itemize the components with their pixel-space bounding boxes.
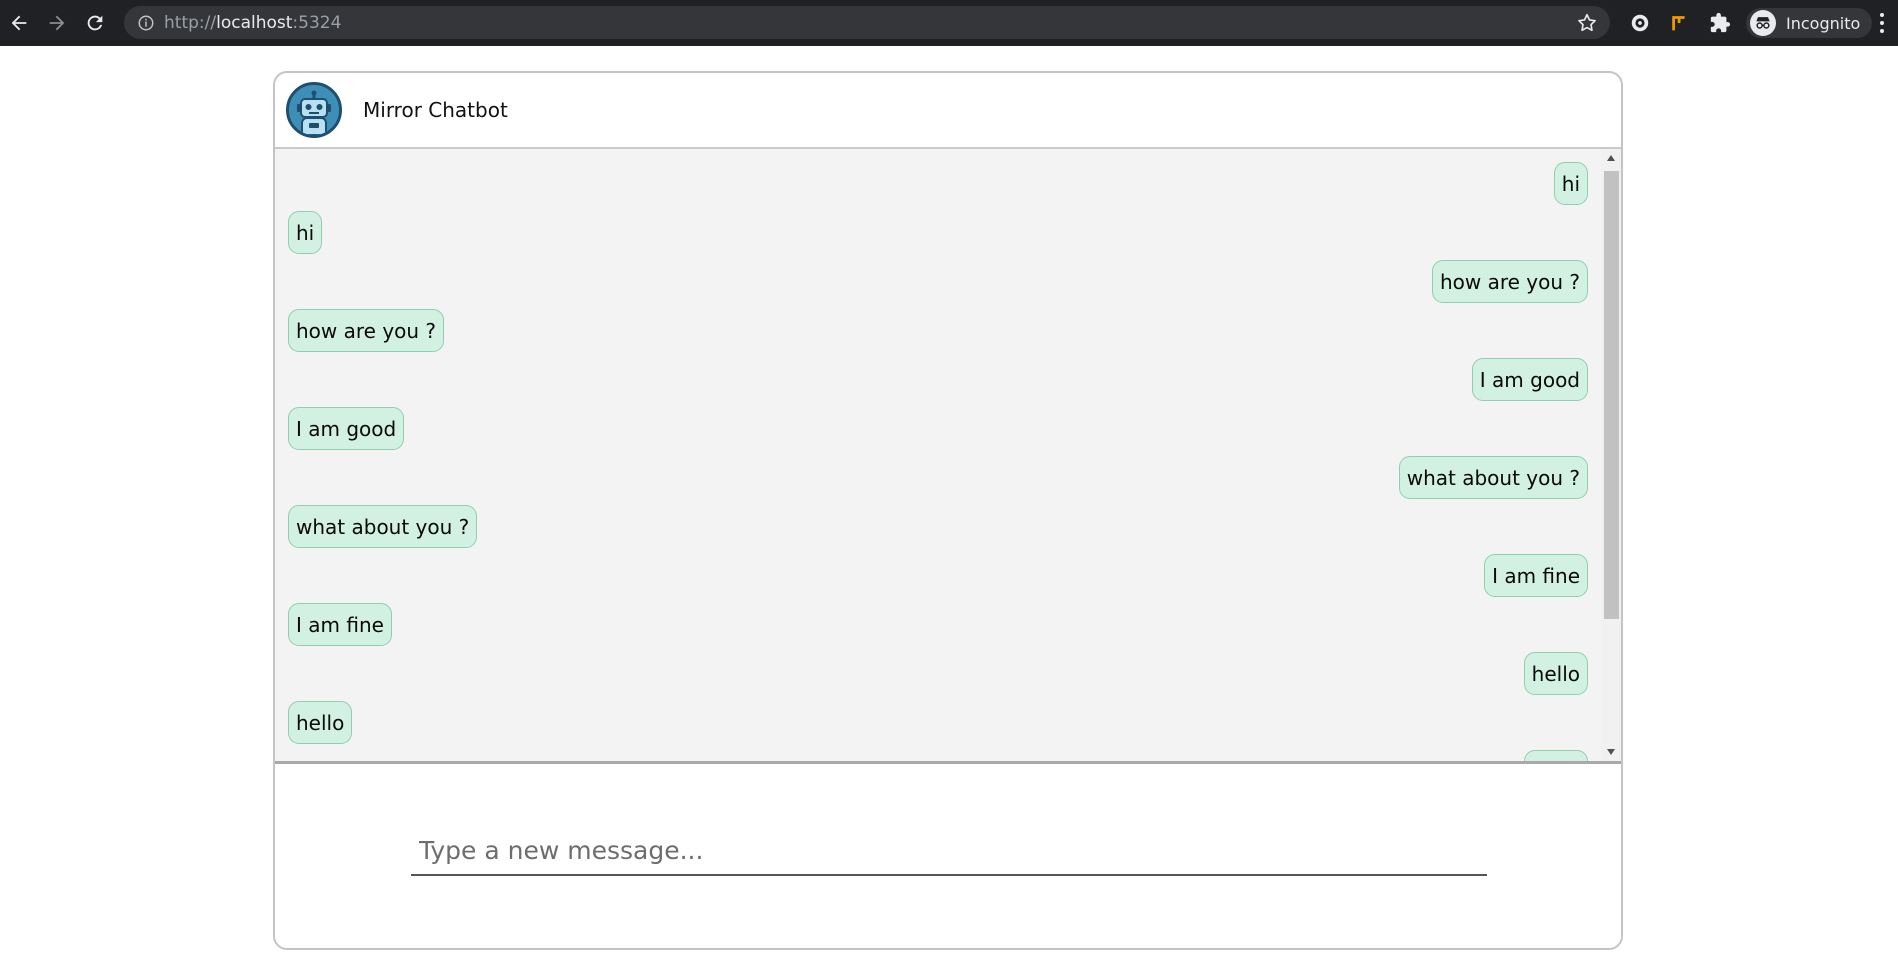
browser-menu-icon[interactable]: [1872, 11, 1892, 35]
user-message-bubble: hello: [1523, 750, 1588, 761]
chat-window: Mirror Chatbot hi hi how are you ? how are …: [273, 71, 1623, 950]
message-composer: [275, 761, 1621, 948]
message-row-left: hi: [288, 211, 1588, 260]
user-message-bubble: I am fine: [1484, 554, 1588, 597]
message-row-right: hi: [288, 162, 1588, 211]
forward-button[interactable]: [38, 4, 76, 42]
user-message-bubble: I am good: [1471, 358, 1588, 401]
user-message-bubble: how are you ?: [1431, 260, 1588, 303]
message-row-left: how are you ?: [288, 309, 1588, 358]
url-text: http://localhost:5324: [164, 13, 341, 33]
message-row-right: hello: [288, 652, 1588, 701]
extensions-puzzle-icon[interactable]: [1700, 3, 1740, 43]
message-row-right: how are you ?: [288, 260, 1588, 309]
user-message-bubble: what about you ?: [1398, 456, 1588, 499]
bot-message-bubble: I am fine: [288, 603, 392, 646]
url-host: localhost: [216, 12, 293, 33]
message-row-left: hello: [288, 701, 1588, 750]
address-bar[interactable]: http://localhost:5324: [124, 6, 1610, 39]
message-row-right: hello: [288, 750, 1588, 761]
reload-icon: [87, 15, 103, 31]
message-input[interactable]: [411, 826, 1487, 876]
message-row-right: what about you ?: [288, 456, 1588, 505]
scrollbar-thumb[interactable]: [1604, 171, 1619, 619]
url-port: :5324: [292, 12, 342, 33]
user-message-bubble: hello: [1523, 652, 1588, 695]
bookmark-star-icon[interactable]: [1576, 12, 1598, 34]
message-row-left: I am good: [288, 407, 1588, 456]
message-area[interactable]: hi hi how are you ? how are you ? I am good I…: [275, 149, 1621, 761]
message-scrollbar[interactable]: [1601, 149, 1621, 761]
message-row-left: I am fine: [288, 603, 1588, 652]
incognito-profile-button[interactable]: Incognito: [1746, 8, 1873, 38]
site-info-icon[interactable]: [136, 13, 156, 33]
extension-icon-2[interactable]: [1660, 3, 1700, 43]
bot-message-bubble: hi: [288, 211, 323, 254]
arrow-left-icon: [11, 15, 27, 31]
extension-icon-1[interactable]: [1620, 3, 1660, 43]
bot-message-bubble: how are you ?: [288, 309, 445, 352]
back-button[interactable]: [0, 4, 38, 42]
incognito-label: Incognito: [1786, 13, 1861, 33]
message-row-left: what about you ?: [288, 505, 1588, 554]
message-row-right: I am fine: [288, 554, 1588, 603]
user-message-bubble: hi: [1553, 162, 1588, 205]
bot-message-bubble: hello: [288, 701, 353, 744]
scroll-up-arrow-icon[interactable]: [1601, 149, 1621, 167]
reload-button[interactable]: [76, 4, 114, 42]
chat-header: Mirror Chatbot: [275, 73, 1621, 149]
arrow-right-icon: [49, 15, 65, 31]
robot-avatar-icon: [286, 82, 342, 138]
url-scheme: http://: [164, 12, 217, 33]
message-list: hi hi how are you ? how are you ? I am good I…: [275, 149, 1601, 761]
scroll-down-arrow-icon[interactable]: [1601, 743, 1621, 761]
bot-message-bubble: I am good: [288, 407, 405, 450]
message-row-right: I am good: [288, 358, 1588, 407]
incognito-icon: [1750, 10, 1776, 36]
bot-message-bubble: what about you ?: [288, 505, 478, 548]
browser-toolbar: http://localhost:5324 Incognito: [0, 0, 1898, 46]
chat-title: Mirror Chatbot: [363, 98, 508, 122]
